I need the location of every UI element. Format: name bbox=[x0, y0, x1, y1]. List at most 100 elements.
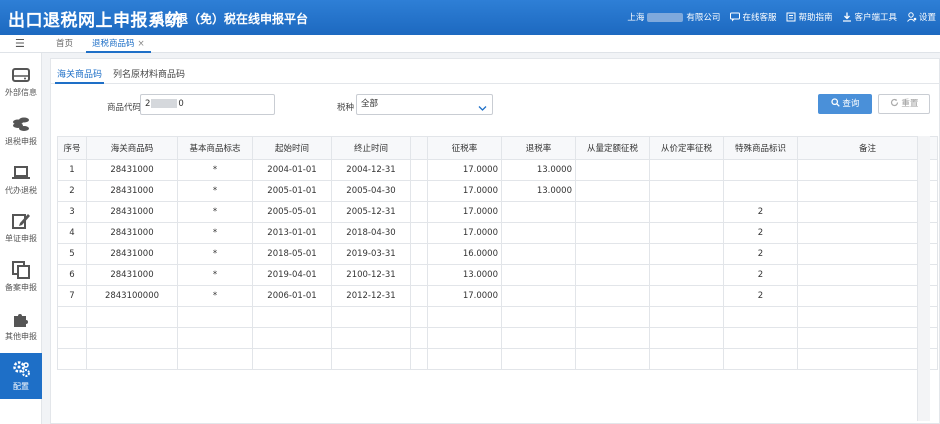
column-header[interactable]: 从价定率征税 bbox=[649, 136, 724, 160]
column-header[interactable] bbox=[410, 136, 428, 160]
table-cell bbox=[649, 159, 724, 181]
table-cell: 2 bbox=[723, 201, 798, 223]
tax-type-value: 全部 bbox=[361, 99, 379, 109]
table-cell bbox=[427, 306, 502, 328]
table-cell: 7 bbox=[57, 285, 87, 307]
table-cell bbox=[575, 327, 650, 349]
column-header[interactable]: 起始时间 bbox=[252, 136, 332, 160]
column-header[interactable]: 终止时间 bbox=[331, 136, 411, 160]
column-header[interactable]: 退税率 bbox=[501, 136, 576, 160]
sidebar-item-label: 其他申报 bbox=[5, 332, 37, 341]
table-cell: * bbox=[177, 243, 253, 265]
table-cell: 28431000 bbox=[86, 243, 178, 265]
column-header[interactable]: 序号 bbox=[57, 136, 87, 160]
sidebar-item-refund-declare[interactable]: 退税申报 bbox=[0, 108, 42, 154]
table-cell: 2019-03-31 bbox=[331, 243, 411, 265]
column-header[interactable]: 海关商品码 bbox=[86, 136, 178, 160]
copy-icon bbox=[12, 261, 30, 279]
code-input[interactable]: 20 bbox=[140, 94, 275, 115]
table-cell bbox=[649, 243, 724, 265]
table-cell bbox=[649, 306, 724, 328]
client-tools-label: 客户端工具 bbox=[854, 13, 897, 23]
table-cell: * bbox=[177, 180, 253, 202]
tab-refund-code-label: 退税商品码 bbox=[92, 39, 135, 49]
column-header[interactable]: 从量定额征税 bbox=[575, 136, 650, 160]
reset-button[interactable]: 重置 bbox=[878, 94, 930, 114]
table-cell bbox=[723, 327, 798, 349]
app-subtitle: 出口退（免）税在线申报平台 bbox=[152, 12, 309, 26]
settings-link[interactable]: 设置 bbox=[907, 11, 936, 23]
client-tools-link[interactable]: 客户端工具 bbox=[842, 11, 897, 23]
table-cell bbox=[331, 306, 411, 328]
table-cell bbox=[410, 327, 428, 349]
table-cell: 2012-12-31 bbox=[331, 285, 411, 307]
company-prefix: 上海 bbox=[627, 13, 645, 23]
table-cell bbox=[575, 180, 650, 202]
refresh-icon bbox=[890, 98, 899, 109]
table-cell: 28431000 bbox=[86, 222, 178, 244]
settings-label: 设置 bbox=[918, 13, 936, 23]
column-header[interactable]: 基本商品标志 bbox=[177, 136, 253, 160]
table-cell bbox=[649, 327, 724, 349]
table-cell bbox=[575, 159, 650, 181]
table-row[interactable]: 1 28431000 * 2004-01-01 2004-12-31 17.0000 13.… bbox=[57, 159, 938, 181]
sidebar-item-filing-declare[interactable]: 备案申报 bbox=[0, 254, 42, 300]
table-cell bbox=[86, 327, 178, 349]
table-cell: 3 bbox=[57, 201, 87, 223]
table-cell bbox=[575, 285, 650, 307]
sidebar-item-external-info[interactable]: 外部信息 bbox=[0, 59, 42, 105]
table-cell bbox=[501, 201, 576, 223]
column-header[interactable]: 特殊商品标识 bbox=[723, 136, 798, 160]
table-row[interactable]: 3 28431000 * 2005-05-01 2005-12-31 17.0000 2 bbox=[57, 201, 938, 223]
help-link[interactable]: 帮助指南 bbox=[786, 11, 832, 23]
table-cell bbox=[575, 348, 650, 370]
table-cell: 2013-01-01 bbox=[252, 222, 332, 244]
table-scrollbar[interactable] bbox=[917, 136, 930, 421]
user-settings-icon bbox=[907, 12, 917, 22]
table-cell: * bbox=[177, 264, 253, 286]
column-header[interactable]: 征税率 bbox=[427, 136, 502, 160]
table-cell: 2100-12-31 bbox=[331, 264, 411, 286]
table-row[interactable]: 7 2843100000 * 2006-01-01 2012-12-31 17.0000 2 bbox=[57, 285, 938, 307]
page-tabbar: ☰ 首页 退税商品码 × bbox=[0, 35, 940, 53]
puzzle-icon bbox=[14, 314, 28, 327]
tab-home[interactable]: 首页 bbox=[50, 35, 79, 53]
table-cell bbox=[649, 201, 724, 223]
table-row-empty bbox=[57, 306, 938, 328]
query-button[interactable]: 查询 bbox=[818, 94, 872, 114]
sidebar-item-other-declare[interactable]: 其他申报 bbox=[0, 303, 42, 349]
app-header: 出口退税网上申报系统 出口退（免）税在线申报平台 上海 有限公司 在线客服 帮助… bbox=[0, 0, 940, 35]
company-name: 上海 有限公司 bbox=[627, 11, 720, 23]
tax-type-select[interactable]: 全部 bbox=[356, 94, 493, 115]
sidebar-item-config[interactable]: 配置 bbox=[0, 353, 42, 399]
table-cell bbox=[410, 201, 428, 223]
table-row[interactable]: 4 28431000 * 2013-01-01 2018-04-30 17.0000 2 bbox=[57, 222, 938, 244]
table-cell: 2 bbox=[723, 222, 798, 244]
table-cell bbox=[177, 327, 253, 349]
table-row[interactable]: 6 28431000 * 2019-04-01 2100-12-31 13.0000 2 bbox=[57, 264, 938, 286]
table-cell: 2 bbox=[723, 243, 798, 265]
table-row[interactable]: 5 28431000 * 2018-05-01 2019-03-31 16.0000 2 bbox=[57, 243, 938, 265]
online-service-link[interactable]: 在线客服 bbox=[730, 11, 776, 23]
menu-toggle-icon[interactable]: ☰ bbox=[15, 37, 25, 50]
subtab-customs-code[interactable]: 海关商品码 bbox=[54, 67, 105, 84]
sidebar-item-agent-refund[interactable]: 代办退税 bbox=[0, 157, 42, 203]
hard-drive-icon bbox=[12, 68, 30, 82]
table-cell bbox=[252, 327, 332, 349]
sidebar-item-document-declare[interactable]: 单证申报 bbox=[0, 205, 42, 251]
table-cell bbox=[575, 222, 650, 244]
sidebar-item-label: 退税申报 bbox=[5, 137, 37, 146]
table-cell bbox=[723, 159, 798, 181]
tab-refund-code[interactable]: 退税商品码 × bbox=[86, 35, 151, 53]
subtab-material-code[interactable]: 列名原材料商品码 bbox=[113, 67, 185, 80]
table-row-empty bbox=[57, 348, 938, 370]
table-cell bbox=[649, 348, 724, 370]
table-cell bbox=[57, 327, 87, 349]
redacted-block bbox=[151, 99, 178, 108]
table-row[interactable]: 2 28431000 * 2005-01-01 2005-04-30 17.0000 13.… bbox=[57, 180, 938, 202]
code-value-end: 0 bbox=[178, 99, 184, 109]
table-cell: 5 bbox=[57, 243, 87, 265]
table-cell bbox=[410, 264, 428, 286]
table-cell bbox=[331, 327, 411, 349]
close-icon[interactable]: × bbox=[138, 39, 145, 49]
